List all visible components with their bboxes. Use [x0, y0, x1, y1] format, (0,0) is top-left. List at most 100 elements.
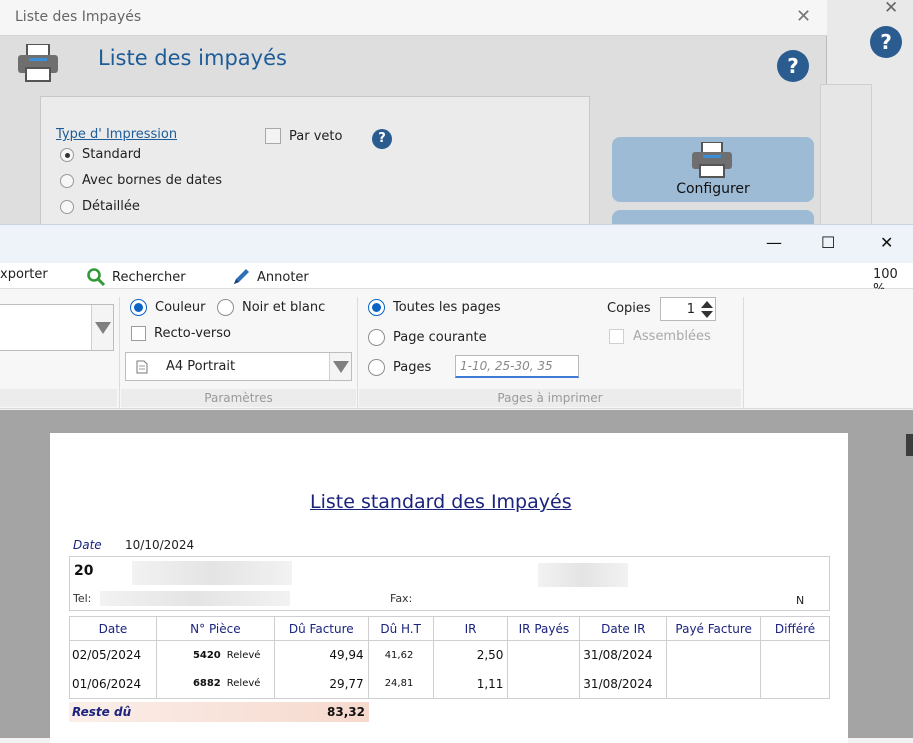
page-range-radio[interactable] — [368, 359, 385, 376]
background-window: ✕ ? Liste des Impayés ✕ Liste des impayé… — [0, 0, 913, 230]
pencil-icon — [234, 269, 249, 284]
export-button[interactable]: xporter — [0, 267, 48, 282]
unpaid-table: Date N° Pièce Dû Facture Dû H.T IR IR Pa… — [69, 616, 830, 699]
printer-icon — [18, 44, 58, 82]
annotate-button[interactable]: Annoter — [231, 267, 309, 287]
par-veto-checkbox-row[interactable]: Par veto — [265, 128, 342, 144]
collate-option[interactable]: Assemblées — [609, 329, 711, 344]
all-pages-option[interactable]: Toutes les pages — [368, 299, 501, 316]
fax-label: Fax: — [390, 592, 413, 605]
paper-format-select[interactable]: A4 Portrait — [125, 352, 352, 381]
date-label: Date — [73, 538, 102, 552]
piece-type: Relevé — [226, 678, 261, 690]
print-ribbon: Couleur Noir et blanc Recto-verso A4 Por… — [0, 289, 913, 409]
outer-help-icon[interactable]: ? — [870, 26, 902, 58]
col-du-ht: Dû H.T — [367, 616, 434, 641]
annotate-label: Annoter — [257, 269, 309, 285]
current-page-radio[interactable] — [368, 329, 385, 346]
bw-radio[interactable] — [217, 299, 234, 316]
search-button[interactable]: Rechercher — [86, 267, 186, 287]
option-standard[interactable]: Standard — [60, 147, 141, 162]
radio-standard[interactable] — [60, 147, 74, 162]
redacted-client-info — [538, 563, 628, 587]
remaining-due-label: Reste dû — [72, 705, 132, 719]
printer-select-arrow-icon[interactable] — [91, 305, 113, 350]
preview-toolbar: xporter Rechercher Annoter 100 % — [0, 263, 913, 297]
collate-checkbox[interactable] — [609, 329, 624, 344]
maximize-icon[interactable]: ☐ — [821, 233, 835, 252]
configure-button[interactable]: Configurer — [612, 137, 814, 202]
duplex-checkbox[interactable] — [131, 326, 146, 341]
configure-label: Configurer — [676, 181, 750, 197]
color-label: Couleur — [155, 300, 206, 315]
side-panel — [820, 84, 872, 224]
report-title: Liste standard des Impayés — [310, 491, 572, 513]
spin-up-icon[interactable] — [700, 299, 714, 309]
option-date-range[interactable]: Avec bornes de dates — [60, 173, 222, 188]
redacted-client-name — [132, 561, 292, 585]
page-range-input[interactable]: 1-10, 25-30, 35 — [455, 355, 579, 378]
current-page-label: Page courante — [393, 330, 487, 345]
col-du-facture: Dû Facture — [273, 616, 369, 641]
cell-date: 01/06/2024 — [69, 669, 157, 699]
dialog-heading: Liste des impayés — [98, 46, 287, 70]
color-radio[interactable] — [130, 299, 147, 316]
close-icon[interactable]: ✕ — [880, 233, 893, 252]
report-page: Liste standard des Impayés Date 10/10/20… — [50, 433, 848, 743]
par-veto-checkbox[interactable] — [265, 128, 281, 144]
all-pages-radio[interactable] — [368, 299, 385, 316]
cell-paye-facture — [666, 640, 762, 670]
radio-detailed[interactable] — [60, 199, 74, 214]
paper-format-arrow-icon[interactable] — [329, 353, 351, 380]
col-date: Date — [69, 616, 157, 641]
date-value: 10/10/2024 — [125, 538, 195, 552]
print-preview-window: — ☐ ✕ xporter Rechercher Annoter 100 % — [0, 224, 913, 743]
page-range-option[interactable]: Pages — [368, 359, 431, 376]
cell-ir: 1,11 — [432, 669, 509, 699]
copies-value: 1 — [686, 302, 695, 317]
option-date-range-label: Avec bornes de dates — [82, 173, 223, 188]
cell-du-ht: 24,81 — [367, 669, 434, 699]
current-page-option[interactable]: Page courante — [368, 329, 487, 346]
radio-date-range[interactable] — [60, 173, 74, 188]
scrollbar-thumb[interactable] — [906, 434, 913, 456]
cell-du-facture: 49,94 — [273, 640, 369, 670]
option-detailed[interactable]: Détaillée — [60, 199, 140, 214]
par-veto-help-icon[interactable]: ? — [372, 129, 392, 149]
remaining-due-row: Reste dû 83,32 — [69, 702, 369, 722]
spin-down-icon[interactable] — [700, 310, 714, 320]
paper-format-value: A4 Portrait — [166, 359, 236, 374]
outer-close-icon[interactable]: ✕ — [884, 0, 898, 18]
par-veto-label: Par veto — [289, 128, 343, 144]
piece-number: 5420 — [192, 649, 221, 661]
search-icon — [87, 268, 106, 287]
table-row: 02/05/2024 5420 Relevé 49,94 41,62 2,50 3… — [69, 640, 830, 670]
duplex-option[interactable]: Recto-verso — [131, 326, 231, 341]
collate-label: Assemblées — [633, 329, 711, 344]
help-icon[interactable]: ? — [777, 50, 809, 82]
piece-number: 6882 — [192, 678, 221, 690]
copies-stepper[interactable]: 1 — [660, 297, 716, 321]
search-label: Rechercher — [112, 269, 186, 285]
pages-caption: Pages à imprimer — [497, 391, 603, 405]
cell-differe — [760, 669, 830, 699]
bw-option[interactable]: Noir et blanc — [217, 299, 325, 316]
dialog-close-icon[interactable]: ✕ — [796, 6, 811, 27]
dialog-titlebar: Liste des Impayés ✕ — [0, 0, 827, 36]
table-header: Date N° Pièce Dû Facture Dû H.T IR IR Pa… — [69, 616, 830, 641]
table-row: 01/06/2024 6882 Relevé 29,77 24,81 1,11 3… — [69, 669, 830, 699]
params-caption: Paramètres — [204, 391, 273, 405]
col-paye-facture: Payé Facture — [666, 616, 762, 641]
remaining-due-value: 83,32 — [327, 705, 365, 719]
client-info-box: 20 Tel: Fax: N — [69, 556, 830, 611]
group-separator — [119, 297, 120, 409]
preview-area[interactable]: Liste standard des Impayés Date 10/10/20… — [0, 410, 913, 743]
page-range-label: Pages — [393, 360, 432, 375]
export-label: xporter — [0, 267, 48, 282]
col-ir: IR — [432, 616, 509, 641]
minimize-icon[interactable]: — — [766, 233, 782, 252]
printer-select[interactable] — [0, 304, 114, 351]
color-option[interactable]: Couleur — [130, 299, 205, 316]
group-separator — [743, 297, 744, 409]
option-detailed-label: Détaillée — [82, 199, 140, 214]
